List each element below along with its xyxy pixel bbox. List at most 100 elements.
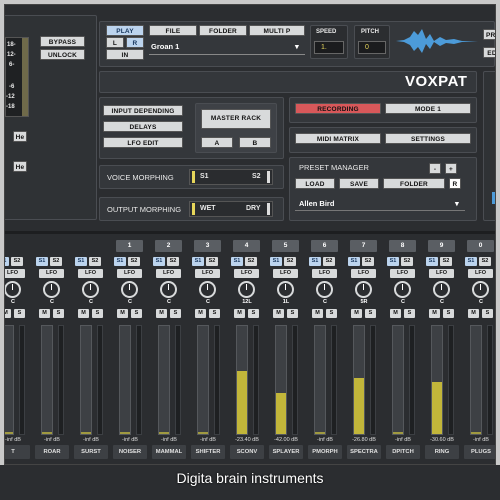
strip-number[interactable]: 2: [155, 240, 182, 252]
volume-fader[interactable]: [275, 325, 287, 435]
mute-button[interactable]: M: [429, 309, 440, 318]
pan-knob[interactable]: [121, 281, 138, 298]
s2-button[interactable]: S2: [50, 257, 62, 266]
solo-button[interactable]: S: [92, 309, 103, 318]
mute-button[interactable]: M: [39, 309, 50, 318]
mute-button[interactable]: M: [117, 309, 128, 318]
lfo-button[interactable]: LFO: [273, 269, 298, 278]
strip-name[interactable]: T: [5, 445, 30, 459]
volume-fader[interactable]: [431, 325, 443, 435]
lfo-button[interactable]: LFO: [195, 269, 220, 278]
strip-name[interactable]: SURST: [74, 445, 108, 459]
strip-name[interactable]: ROAR: [35, 445, 69, 459]
mute-button[interactable]: M: [273, 309, 284, 318]
volume-fader[interactable]: [353, 325, 365, 435]
solo-button[interactable]: S: [170, 309, 181, 318]
solo-button[interactable]: S: [482, 309, 493, 318]
s2-button[interactable]: S2: [440, 257, 452, 266]
lfo-button[interactable]: LFO: [78, 269, 103, 278]
solo-button[interactable]: S: [287, 309, 298, 318]
strip-number[interactable]: 4: [233, 240, 260, 252]
volume-fader[interactable]: [41, 325, 53, 435]
lfo-button[interactable]: LFO: [468, 269, 493, 278]
strip-name[interactable]: PLUGS: [464, 445, 495, 459]
s1-button[interactable]: S1: [36, 257, 48, 266]
s2-button[interactable]: S2: [284, 257, 296, 266]
s1-button[interactable]: S1: [348, 257, 360, 266]
mute-button[interactable]: M: [156, 309, 167, 318]
pan-knob[interactable]: [472, 281, 489, 298]
mute-button[interactable]: M: [468, 309, 479, 318]
s1-button[interactable]: S1: [153, 257, 165, 266]
s1-button[interactable]: S1: [426, 257, 438, 266]
s2-button[interactable]: S2: [89, 257, 101, 266]
s2-button[interactable]: S2: [11, 257, 23, 266]
s2-button[interactable]: S2: [362, 257, 374, 266]
s1-button[interactable]: S1: [270, 257, 282, 266]
lfo-button[interactable]: LFO: [5, 269, 25, 278]
s1-button[interactable]: S1: [387, 257, 399, 266]
strip-name[interactable]: RING: [425, 445, 459, 459]
strip-name[interactable]: DPITCH: [386, 445, 420, 459]
solo-button[interactable]: S: [53, 309, 64, 318]
mute-button[interactable]: M: [78, 309, 89, 318]
volume-fader[interactable]: [119, 325, 131, 435]
lfo-button[interactable]: LFO: [117, 269, 142, 278]
mute-button[interactable]: M: [234, 309, 245, 318]
volume-fader[interactable]: [80, 325, 92, 435]
s1-button[interactable]: S1: [231, 257, 243, 266]
s2-button[interactable]: S2: [245, 257, 257, 266]
pan-knob[interactable]: [43, 281, 60, 298]
strip-name[interactable]: NOISER: [113, 445, 147, 459]
volume-fader[interactable]: [470, 325, 482, 435]
solo-button[interactable]: S: [365, 309, 376, 318]
mute-button[interactable]: M: [5, 309, 11, 318]
strip-number[interactable]: 7: [350, 240, 377, 252]
volume-fader[interactable]: [158, 325, 170, 435]
strip-number[interactable]: 3: [194, 240, 221, 252]
strip-number[interactable]: 0: [467, 240, 494, 252]
pan-knob[interactable]: [277, 281, 294, 298]
s2-button[interactable]: S2: [401, 257, 413, 266]
lfo-button[interactable]: LFO: [390, 269, 415, 278]
mute-button[interactable]: M: [351, 309, 362, 318]
mute-button[interactable]: M: [312, 309, 323, 318]
pan-knob[interactable]: [394, 281, 411, 298]
strip-name[interactable]: SHIFTER: [191, 445, 225, 459]
volume-fader[interactable]: [236, 325, 248, 435]
strip-number[interactable]: 5: [272, 240, 299, 252]
solo-button[interactable]: S: [131, 309, 142, 318]
solo-button[interactable]: S: [326, 309, 337, 318]
s2-button[interactable]: S2: [167, 257, 179, 266]
s2-button[interactable]: S2: [128, 257, 140, 266]
mute-button[interactable]: M: [390, 309, 401, 318]
lfo-button[interactable]: LFO: [234, 269, 259, 278]
pan-knob[interactable]: [355, 281, 372, 298]
strip-name[interactable]: SPLAYER: [269, 445, 303, 459]
s2-button[interactable]: S2: [479, 257, 491, 266]
volume-fader[interactable]: [197, 325, 209, 435]
strip-name[interactable]: PMORPH: [308, 445, 342, 459]
s1-button[interactable]: S1: [309, 257, 321, 266]
lfo-button[interactable]: LFO: [39, 269, 64, 278]
pan-knob[interactable]: [82, 281, 99, 298]
pan-knob[interactable]: [160, 281, 177, 298]
solo-button[interactable]: S: [404, 309, 415, 318]
s1-button[interactable]: S1: [465, 257, 477, 266]
strip-number[interactable]: 1: [116, 240, 143, 252]
lfo-button[interactable]: LFO: [156, 269, 181, 278]
pan-knob[interactable]: [316, 281, 333, 298]
strip-name[interactable]: SPECTRA: [347, 445, 381, 459]
strip-number[interactable]: 9: [428, 240, 455, 252]
volume-fader[interactable]: [392, 325, 404, 435]
s2-button[interactable]: S2: [323, 257, 335, 266]
strip-name[interactable]: SCONV: [230, 445, 264, 459]
strip-number[interactable]: 6: [311, 240, 338, 252]
strip-name[interactable]: MAMMAL: [152, 445, 186, 459]
lfo-button[interactable]: LFO: [429, 269, 454, 278]
solo-button[interactable]: S: [209, 309, 220, 318]
solo-button[interactable]: S: [14, 309, 25, 318]
solo-button[interactable]: S: [443, 309, 454, 318]
s1-button[interactable]: S1: [114, 257, 126, 266]
volume-fader[interactable]: [314, 325, 326, 435]
